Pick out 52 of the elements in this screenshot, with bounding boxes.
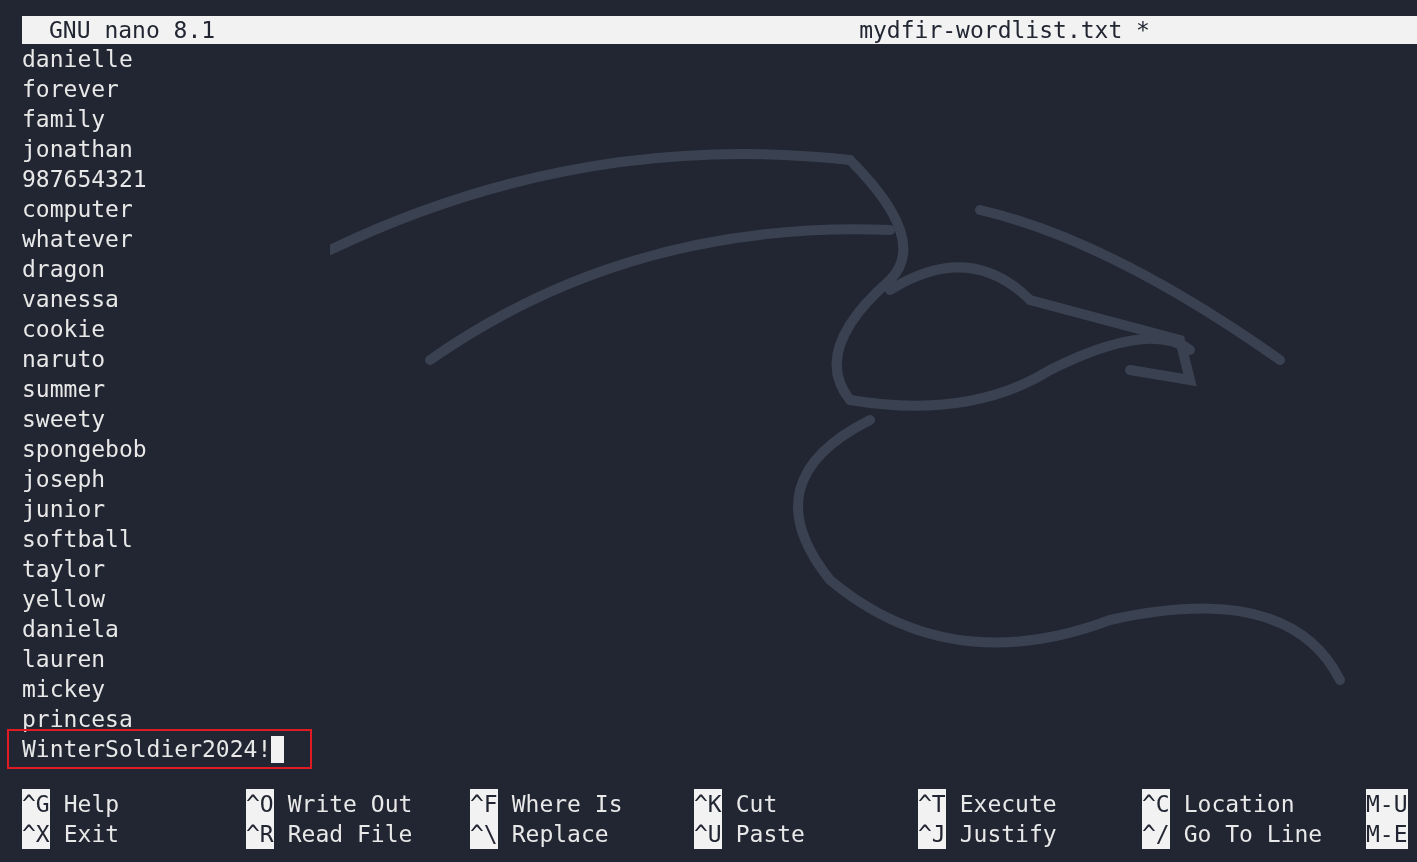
shortcut-label: Cut <box>735 790 778 819</box>
text-line: whatever <box>22 225 133 254</box>
shortcut-key: ^K <box>694 789 722 819</box>
text-line: forever <box>22 75 119 104</box>
text-line: junior <box>22 495 106 524</box>
shortcut-key: ^T <box>918 789 946 819</box>
shortcut-label: Exit <box>63 820 120 849</box>
text-line: spongebob <box>22 435 147 464</box>
text-line: softball <box>22 525 133 554</box>
shortcut-label: Execute <box>959 790 1057 819</box>
text-line: sweety <box>22 405 106 434</box>
text-line: WinterSoldier2024! <box>22 735 272 764</box>
text-line: jonathan <box>22 135 133 164</box>
shortcut-label: Go To Line <box>1183 820 1323 849</box>
shortcut-label: Justify <box>959 820 1057 849</box>
shortcut-key: ^F <box>470 789 498 819</box>
text-line: joseph <box>22 465 106 494</box>
shortcut-key: ^\ <box>470 819 498 849</box>
text-line: daniela <box>22 615 119 644</box>
text-line: yellow <box>22 585 106 614</box>
text-line: danielle <box>22 45 133 74</box>
shortcut-label: Location <box>1183 790 1295 819</box>
shortcut-key: ^U <box>694 819 722 849</box>
shortcut-key: ^C <box>1142 789 1170 819</box>
text-line: cookie <box>22 315 106 344</box>
app-title: GNU nano 8.1 <box>49 16 216 44</box>
text-line: mickey <box>22 675 106 704</box>
text-line: summer <box>22 375 106 404</box>
shortcut-key: ^G <box>22 789 50 819</box>
text-line: naruto <box>22 345 106 374</box>
text-line: dragon <box>22 255 106 284</box>
shortcut-key: M-E <box>1366 819 1408 849</box>
file-name: mydfir-wordlist.txt * <box>859 16 1150 44</box>
shortcut-key: ^X <box>22 819 50 849</box>
shortcut-key: ^/ <box>1142 819 1170 849</box>
text-line: computer <box>22 195 133 224</box>
text-line: princesa <box>22 705 133 734</box>
shortcut-label: Help <box>63 790 120 819</box>
text-line: taylor <box>22 555 106 584</box>
shortcut-key: ^J <box>918 819 946 849</box>
text-line: lauren <box>22 645 106 674</box>
text-line: family <box>22 105 106 134</box>
shortcut-key: ^R <box>246 819 274 849</box>
shortcut-label: Replace <box>511 820 609 849</box>
shortcut-label: Read File <box>287 820 413 849</box>
shortcut-label: Write Out <box>287 790 413 819</box>
text-line: vanessa <box>22 285 119 314</box>
shortcut-label: Paste <box>735 820 805 849</box>
text-line: 987654321 <box>22 165 147 194</box>
shortcut-label: Where Is <box>511 790 623 819</box>
shortcut-key: ^O <box>246 789 274 819</box>
shortcut-key: M-U <box>1366 789 1408 819</box>
